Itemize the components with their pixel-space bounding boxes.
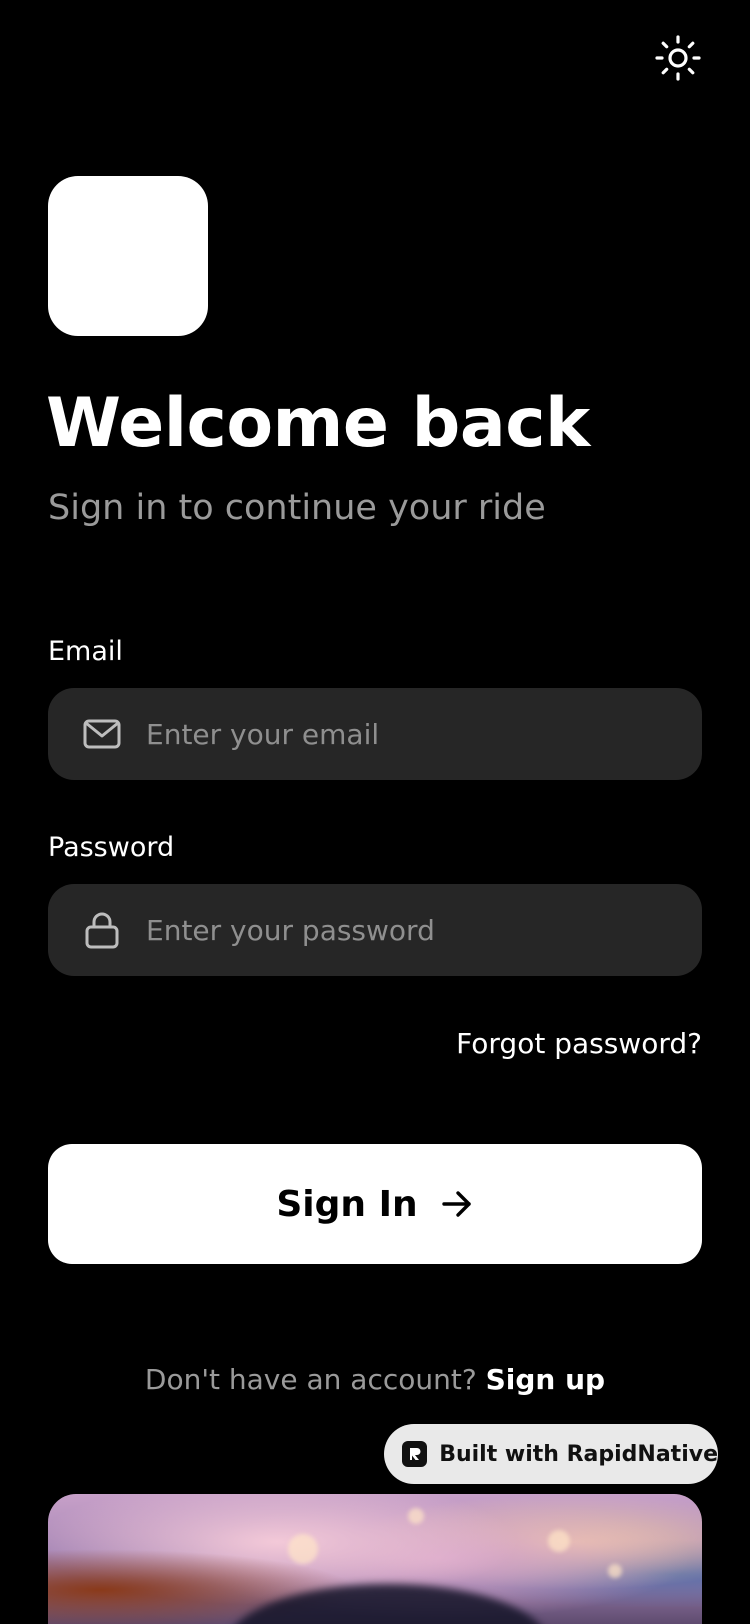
lock-icon <box>82 910 122 950</box>
sun-icon <box>655 35 701 81</box>
password-field-container <box>48 884 702 976</box>
rapidnative-logo-icon <box>402 1441 428 1467</box>
forgot-password-link[interactable]: Forgot password? <box>456 1026 702 1062</box>
page-subtitle: Sign in to continue your ride <box>48 488 546 528</box>
email-field-container <box>48 688 702 780</box>
arrow-right-icon <box>440 1187 474 1221</box>
email-input[interactable] <box>146 688 676 780</box>
password-input[interactable] <box>146 884 676 976</box>
theme-toggle-button[interactable] <box>650 30 706 86</box>
sign-in-screen: Welcome back Sign in to continue your ri… <box>0 0 750 1624</box>
password-label: Password <box>48 832 175 863</box>
built-with-badge[interactable]: Built with RapidNative <box>384 1424 718 1484</box>
sign-in-button[interactable]: Sign In <box>48 1144 702 1264</box>
app-logo <box>48 176 208 336</box>
signup-row: Don't have an account? Sign up <box>0 1362 750 1398</box>
mail-icon <box>82 714 122 754</box>
badge-label: Built with RapidNative <box>439 1441 718 1467</box>
sign-in-label: Sign In <box>276 1183 418 1225</box>
page-title: Welcome back <box>46 384 590 463</box>
email-label: Email <box>48 636 123 667</box>
hero-image <box>48 1494 702 1624</box>
sign-up-link[interactable]: Sign up <box>486 1363 605 1396</box>
signup-prompt: Don't have an account? <box>144 1363 486 1396</box>
